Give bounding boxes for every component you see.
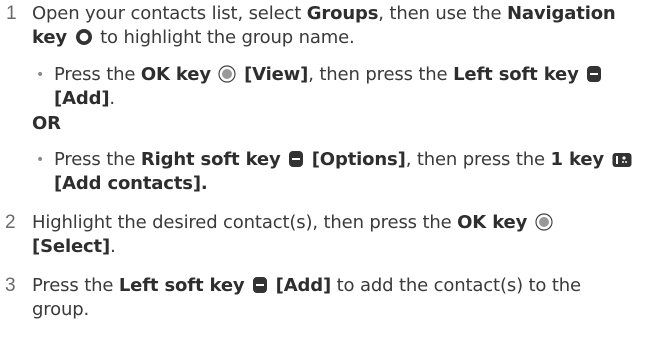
step-text: to add the contact(s) to the bbox=[331, 275, 581, 296]
add-label: [Add] bbox=[275, 275, 332, 296]
ok-key-term: OK key bbox=[140, 64, 211, 85]
instruction-document: 1 Open your contacts list, select Groups… bbox=[0, 0, 645, 344]
step-2-line-2: [Select]. bbox=[32, 236, 116, 258]
select-label: [Select] bbox=[32, 236, 111, 257]
one-key-term: 1 key bbox=[550, 149, 605, 170]
step-1-line-1: Open your contacts list, select Groups, … bbox=[32, 3, 616, 25]
left-soft-key-term: Left soft key bbox=[118, 275, 245, 296]
options-label: [Options] bbox=[311, 149, 406, 170]
soft-key-icon bbox=[252, 276, 268, 294]
add-contacts-label: [Add contacts]. bbox=[54, 173, 208, 194]
step-text: Press the bbox=[54, 149, 141, 170]
ok-key-icon bbox=[218, 65, 237, 83]
step-text: Press the bbox=[54, 64, 141, 85]
view-label: [View] bbox=[244, 64, 309, 85]
ok-key-icon bbox=[535, 213, 553, 231]
groups-term: Groups bbox=[306, 3, 379, 24]
add-label: [Add] bbox=[54, 88, 110, 109]
step-2-line-1: Highlight the desired contact(s), then p… bbox=[32, 212, 555, 234]
right-soft-key-term: Right soft key bbox=[140, 149, 281, 170]
ok-key-term: OK key bbox=[457, 212, 528, 233]
step-text: group. bbox=[32, 299, 90, 320]
option-b-line-2: [Add contacts]. bbox=[54, 173, 208, 195]
step-text: , then use the bbox=[378, 3, 507, 24]
option-a-line-2: [Add]. bbox=[54, 88, 115, 110]
bullet-icon: • bbox=[36, 152, 45, 168]
step-text: , then press the bbox=[308, 64, 454, 85]
soft-key-icon bbox=[586, 65, 602, 83]
step-3-line-1: Press the Left soft key [Add] to add the… bbox=[32, 275, 581, 297]
step-1-line-2: key to highlight the group name. bbox=[32, 27, 355, 49]
step-text: to highlight the group name. bbox=[94, 27, 355, 48]
step-text: , then press the bbox=[405, 149, 551, 170]
or-separator: OR bbox=[32, 113, 61, 135]
left-soft-key-term: Left soft key bbox=[453, 64, 579, 85]
bullet-icon: • bbox=[36, 67, 45, 83]
step-number: 3 bbox=[5, 275, 16, 296]
step-3-line-2: group. bbox=[32, 299, 89, 321]
step-text: Highlight the desired contact(s), then p… bbox=[32, 212, 458, 233]
option-a-line-1: Press the OK key [View], then press the … bbox=[54, 64, 604, 86]
or-label: OR bbox=[32, 113, 61, 134]
key-term: key bbox=[32, 27, 67, 48]
step-text: Press the bbox=[32, 275, 119, 296]
step-text: . bbox=[110, 236, 116, 257]
step-number: 1 bbox=[6, 3, 17, 24]
option-b-line-1: Press the Right soft key [Options], then… bbox=[54, 149, 634, 171]
navigation-term: Navigation bbox=[507, 3, 616, 24]
one-key-icon bbox=[612, 152, 632, 168]
step-number: 2 bbox=[5, 212, 16, 233]
navigation-key-icon bbox=[75, 28, 93, 46]
soft-key-icon bbox=[288, 150, 304, 168]
step-text: Open your contacts list, select bbox=[32, 3, 307, 24]
step-text: . bbox=[109, 88, 115, 109]
